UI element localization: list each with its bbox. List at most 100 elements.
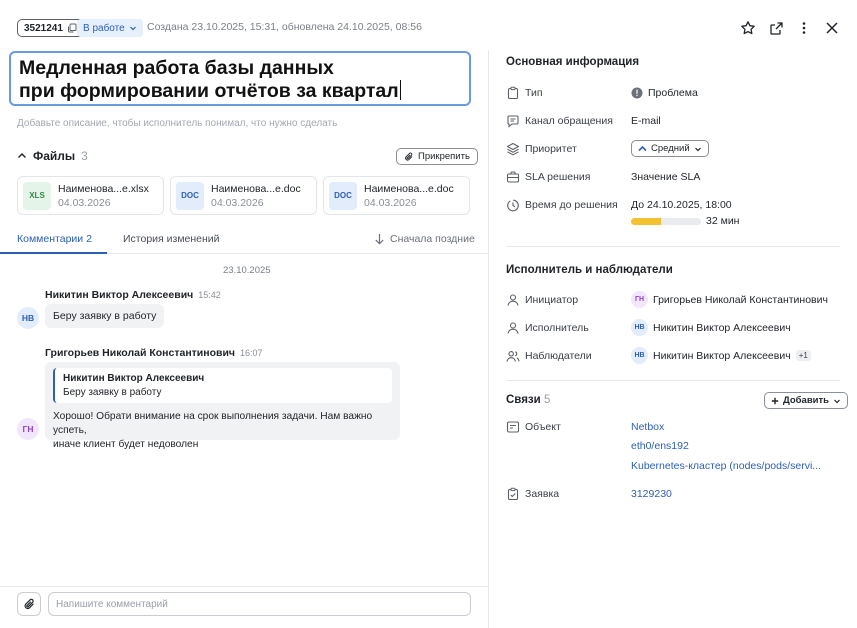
links-label: Связи <box>506 394 541 406</box>
type-value: Проблема <box>648 87 698 99</box>
watcher-name: Никитин Виктор Алексеевич <box>653 349 791 362</box>
avatar: ГН <box>631 291 648 308</box>
doc-file-icon: DOC <box>329 181 357 210</box>
tab-history[interactable]: История изменений <box>123 233 220 245</box>
section-title-links: Связи 5 <box>506 394 550 406</box>
object-link[interactable]: eth0/ens192 <box>631 440 689 452</box>
file-date: 04.03.2026 <box>58 196 111 209</box>
comment-time: 16:07 <box>240 348 263 358</box>
plus-icon <box>771 397 779 404</box>
prop-label-initiator: Инициатор <box>525 294 579 306</box>
comment-author: Никитин Виктор Алексеевич <box>45 289 194 301</box>
prop-label-sla: SLA решения <box>525 171 591 183</box>
related-ticket-link[interactable]: 3129230 <box>631 488 672 500</box>
object-link[interactable]: Netbox <box>631 421 664 433</box>
arrow-down-icon <box>375 234 384 245</box>
comment-author-line: Никитин Виктор Алексеевич 15:42 <box>45 289 221 301</box>
object-link[interactable]: Kubernetes-кластер (nodes/pods/servi... <box>631 460 821 472</box>
favorite-button[interactable] <box>737 17 759 39</box>
priority-label: Средний <box>651 143 690 154</box>
time-remaining-label: 32 мин <box>706 215 740 227</box>
file-date: 04.03.2026 <box>211 196 264 209</box>
attach-file-button[interactable]: Прикрепить <box>396 148 478 165</box>
composer-divider <box>0 586 488 587</box>
chevron-up-icon[interactable] <box>17 151 27 161</box>
prop-label-assignee: Исполнитель <box>525 322 589 334</box>
clipboard-icon <box>507 86 519 100</box>
files-count: 3 <box>81 149 88 163</box>
more-menu-button[interactable] <box>793 17 815 39</box>
sort-label: Сначала поздние <box>390 233 475 245</box>
user-icon <box>507 294 519 306</box>
attach-button[interactable] <box>17 592 41 616</box>
message-icon <box>507 115 519 128</box>
status-dropdown[interactable]: В работе <box>77 19 143 37</box>
quote-author: Никитин Виктор Алексеевич <box>63 373 205 384</box>
assignee-value[interactable]: НВ Никитин Виктор Алексеевич <box>631 319 791 336</box>
description-placeholder[interactable]: Добавьте описание, чтобы исполнитель пон… <box>17 118 337 129</box>
section-title-main-info: Основная информация <box>506 56 640 68</box>
assignee-name: Никитин Виктор Алексеевич <box>653 321 791 334</box>
tab-comments-count: 2 <box>86 233 92 245</box>
priority-value: Средний <box>631 140 709 157</box>
tab-comments-label: Комментарии <box>17 233 84 245</box>
comment-text: иначе клиент будет недоволен <box>53 439 199 450</box>
add-link-label: Добавить <box>783 395 830 406</box>
initiator-name: Григорьев Николай Константинович <box>653 293 828 306</box>
avatar: НВ <box>17 307 39 329</box>
section-divider <box>506 246 840 247</box>
comment-input[interactable] <box>48 592 471 616</box>
alert-circle-icon <box>631 87 643 99</box>
sla-progress-fill <box>631 217 662 225</box>
active-tab-indicator <box>0 252 107 254</box>
ticket-title[interactable]: Медленная работа базы данных при формиро… <box>19 57 399 102</box>
prop-label-deadline: Время до решения <box>525 199 618 211</box>
links-count: 5 <box>543 394 551 406</box>
avatar: НВ <box>631 319 648 336</box>
comment-author-line: Григорьев Николай Константинович 16:07 <box>45 347 263 359</box>
prop-label-type: Тип <box>525 87 543 99</box>
comment-time: 15:42 <box>198 290 221 300</box>
section-divider <box>506 380 840 381</box>
user-icon <box>507 322 519 334</box>
file-card[interactable]: DOC Наименова...e.doc 04.03.2026 <box>170 176 317 215</box>
briefcase-icon <box>506 171 520 183</box>
quoted-comment[interactable]: Никитин Виктор Алексеевич Беру заявку в … <box>53 368 392 403</box>
text-caret <box>399 80 401 100</box>
more-watchers-badge[interactable]: +1 <box>795 350 811 361</box>
comment-author: Григорьев Николай Константинович <box>45 347 236 359</box>
comment-text: Беру заявку в работу <box>53 310 157 322</box>
title-editor[interactable]: Медленная работа базы данных при формиро… <box>9 51 471 106</box>
ticket-id-chip[interactable]: 3521241 <box>17 19 84 37</box>
open-external-button[interactable] <box>765 17 787 39</box>
clipboard-check-icon <box>507 487 519 501</box>
file-card[interactable]: XLS Наименова...e.xlsx 04.03.2026 <box>17 176 164 215</box>
file-name: Наименова...e.doc <box>211 182 301 195</box>
channel-value: E-mail <box>631 115 661 127</box>
add-link-button[interactable]: Добавить <box>764 392 849 409</box>
sla-value: Значение SLA <box>631 171 701 183</box>
file-card[interactable]: DOC Наименова...e.doc 04.03.2026 <box>323 176 470 215</box>
priority-dropdown[interactable]: Средний <box>631 140 709 157</box>
comment-bubble: Никитин Виктор Алексеевич Беру заявку в … <box>45 362 400 450</box>
close-icon <box>826 22 838 34</box>
layers-icon <box>506 142 520 156</box>
xls-file-icon: XLS <box>23 181 51 210</box>
star-icon <box>741 21 755 35</box>
initiator-value[interactable]: ГН Григорьев Николай Константинович <box>631 291 828 308</box>
paperclip-icon <box>24 598 34 609</box>
close-button[interactable] <box>821 17 843 39</box>
avatar: НВ <box>631 347 648 364</box>
paperclip-icon <box>405 152 413 161</box>
tab-comments[interactable]: Комментарии 2 <box>17 233 92 245</box>
chevron-down-icon <box>129 26 136 31</box>
copy-icon[interactable] <box>67 23 77 33</box>
file-date: 04.03.2026 <box>364 196 417 209</box>
ticket-meta: Создана 23.10.2025, 15:31, обновлена 24.… <box>147 21 422 33</box>
watchers-value[interactable]: НВ Никитин Виктор Алексеевич +1 <box>631 347 811 364</box>
files-label: Файлы <box>33 149 76 163</box>
file-name: Наименова...e.doc <box>364 182 454 195</box>
panel-divider <box>488 50 489 628</box>
files-header[interactable]: Файлы 3 <box>17 149 88 163</box>
sort-toggle[interactable]: Сначала поздние <box>374 233 475 245</box>
